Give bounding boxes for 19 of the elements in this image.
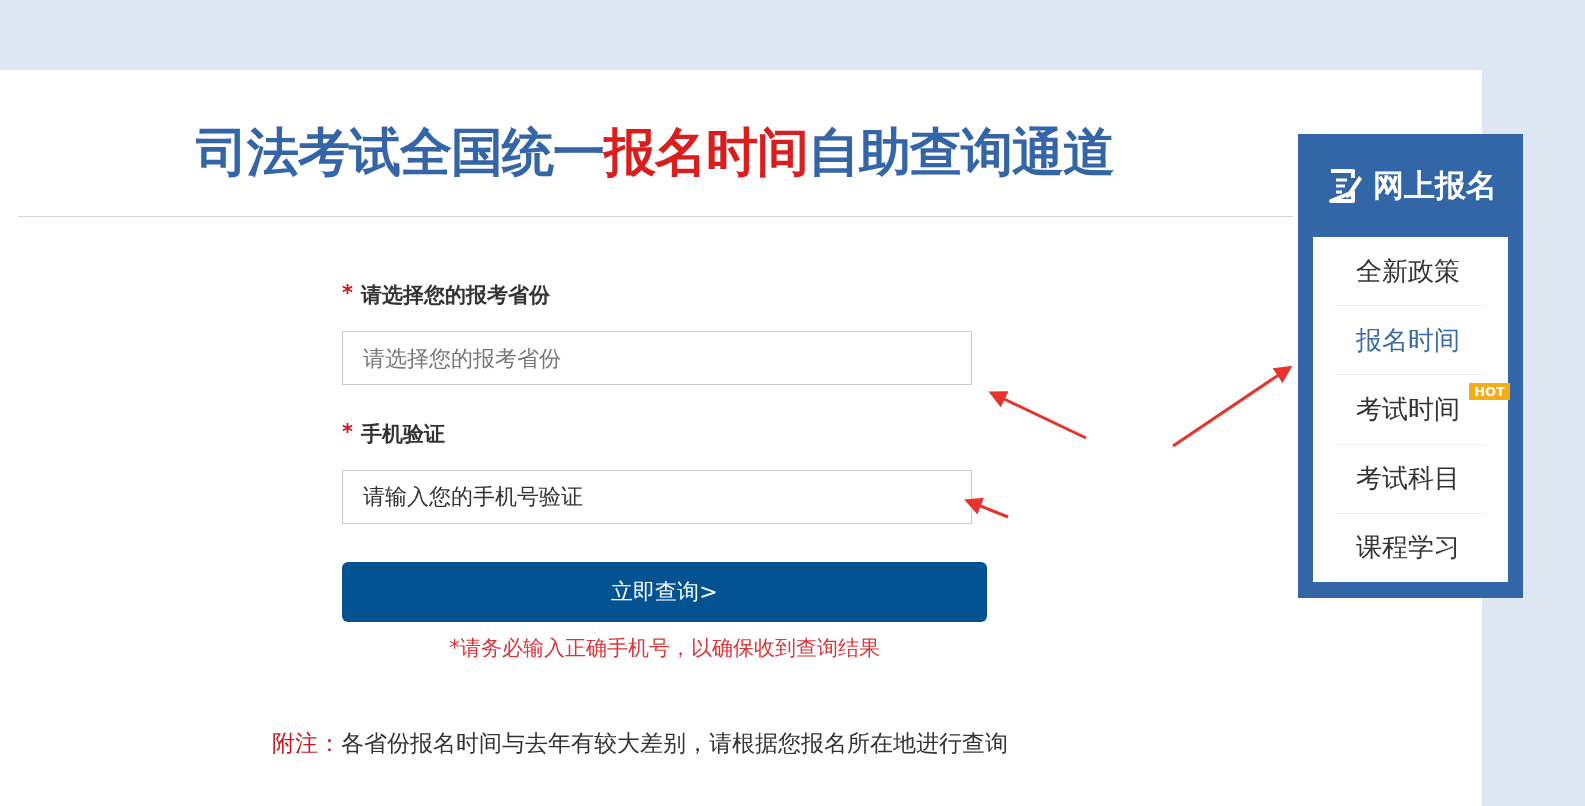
- note-label: 附注：: [272, 730, 341, 756]
- menu-item[interactable]: 报名时间: [1355, 322, 1460, 358]
- page-title: 司法考试全国统一报名时间自助查询通道: [195, 121, 1115, 184]
- menu-item[interactable]: 考试科目: [1355, 461, 1460, 497]
- required-mark: *: [342, 281, 353, 307]
- field-label: 请选择您的报考省份: [361, 282, 550, 309]
- input-field[interactable]: 请输入您的手机号验证: [342, 470, 972, 524]
- required-mark: *: [342, 420, 353, 446]
- note-text: 各省份报名时间与去年有较大差别，请根据您报名所在地进行查询: [341, 730, 1008, 756]
- menu-item[interactable]: 课程学习: [1355, 530, 1460, 566]
- input-field[interactable]: 请选择您的报考省份: [342, 331, 972, 385]
- field-label: 手机验证: [361, 421, 445, 448]
- hot-badge: HOT: [1469, 383, 1510, 401]
- menu-item[interactable]: 考试时间: [1355, 392, 1460, 427]
- arrow: [964, 497, 1009, 519]
- query-button[interactable]: 立即查询>: [342, 562, 987, 622]
- menu-item[interactable]: 全新政策: [1355, 253, 1460, 289]
- warning-text: *请务必输入正确手机号，以确保收到查询结果: [448, 635, 881, 662]
- sidebar-title: 网上报名: [1372, 165, 1497, 205]
